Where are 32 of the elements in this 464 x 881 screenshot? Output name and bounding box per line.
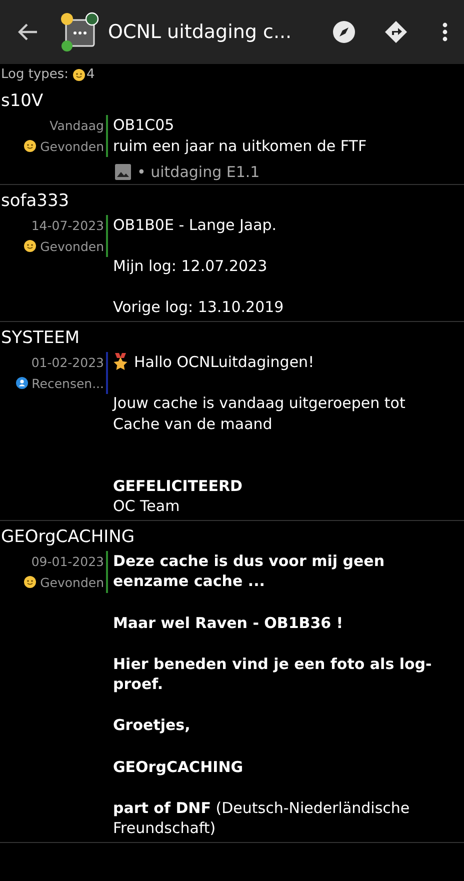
- log-date: 14-07-2023: [31, 217, 104, 235]
- log-type: Recensen...: [16, 372, 104, 394]
- smiley-icon: [24, 140, 36, 152]
- smiley-icon: [24, 576, 36, 588]
- log-date: 01-02-2023: [31, 354, 104, 372]
- compass-icon[interactable]: [332, 20, 356, 44]
- image-icon[interactable]: [115, 164, 131, 180]
- medal-icon: [113, 352, 128, 370]
- more-options-icon[interactable]: [442, 22, 448, 42]
- log-author[interactable]: SYSTEEM: [0, 322, 81, 352]
- log-type: Gevonden: [24, 572, 104, 593]
- cache-log-icon: [60, 12, 100, 52]
- page-title: OCNL uitdaging c...: [108, 21, 293, 43]
- back-arrow-icon[interactable]: [18, 23, 38, 41]
- smiley-icon: [72, 68, 85, 80]
- person-icon: [16, 376, 28, 389]
- log-author[interactable]: s10V: [0, 85, 44, 115]
- log-date: 09-01-2023: [31, 552, 104, 571]
- log-date: Vandaag: [50, 117, 104, 135]
- log-type: Gevonden: [24, 136, 104, 157]
- log-count: 4: [86, 67, 95, 82]
- attachment-link[interactable]: • uitdaging E1.1: [137, 163, 260, 181]
- log-text: Hallo OCNLuitdagingen! Jouw cache is vandaag uitgeroepen tot Cache van de maand GEFELICITEERD OC Team: [111, 352, 406, 517]
- log-types-label: Log types:: [1, 67, 69, 82]
- log-text: OB1C05 ruim een jaar na uitkomen de FTF: [112, 115, 368, 157]
- log-text: Deze cache is dus voor mij geen eenzame cache ... Maar wel Raven - OB1B36 ! Hier beneden vind je een foto als log-proef. Groetjes, GEOrgCACHING part of DNF (Deutsch-Niederländische Freundschaft): [112, 550, 433, 840]
- log-author[interactable]: sofa333: [0, 185, 70, 215]
- log-text: OB1B0E - Lange Jaap. Mijn log: 12.07.2023 Vorige log: 13.10.2019: [112, 215, 285, 318]
- directions-icon[interactable]: [384, 20, 408, 44]
- smiley-icon: [24, 240, 36, 252]
- log-author[interactable]: GEOrgCACHING: [0, 520, 136, 551]
- log-type: Gevonden: [24, 236, 104, 257]
